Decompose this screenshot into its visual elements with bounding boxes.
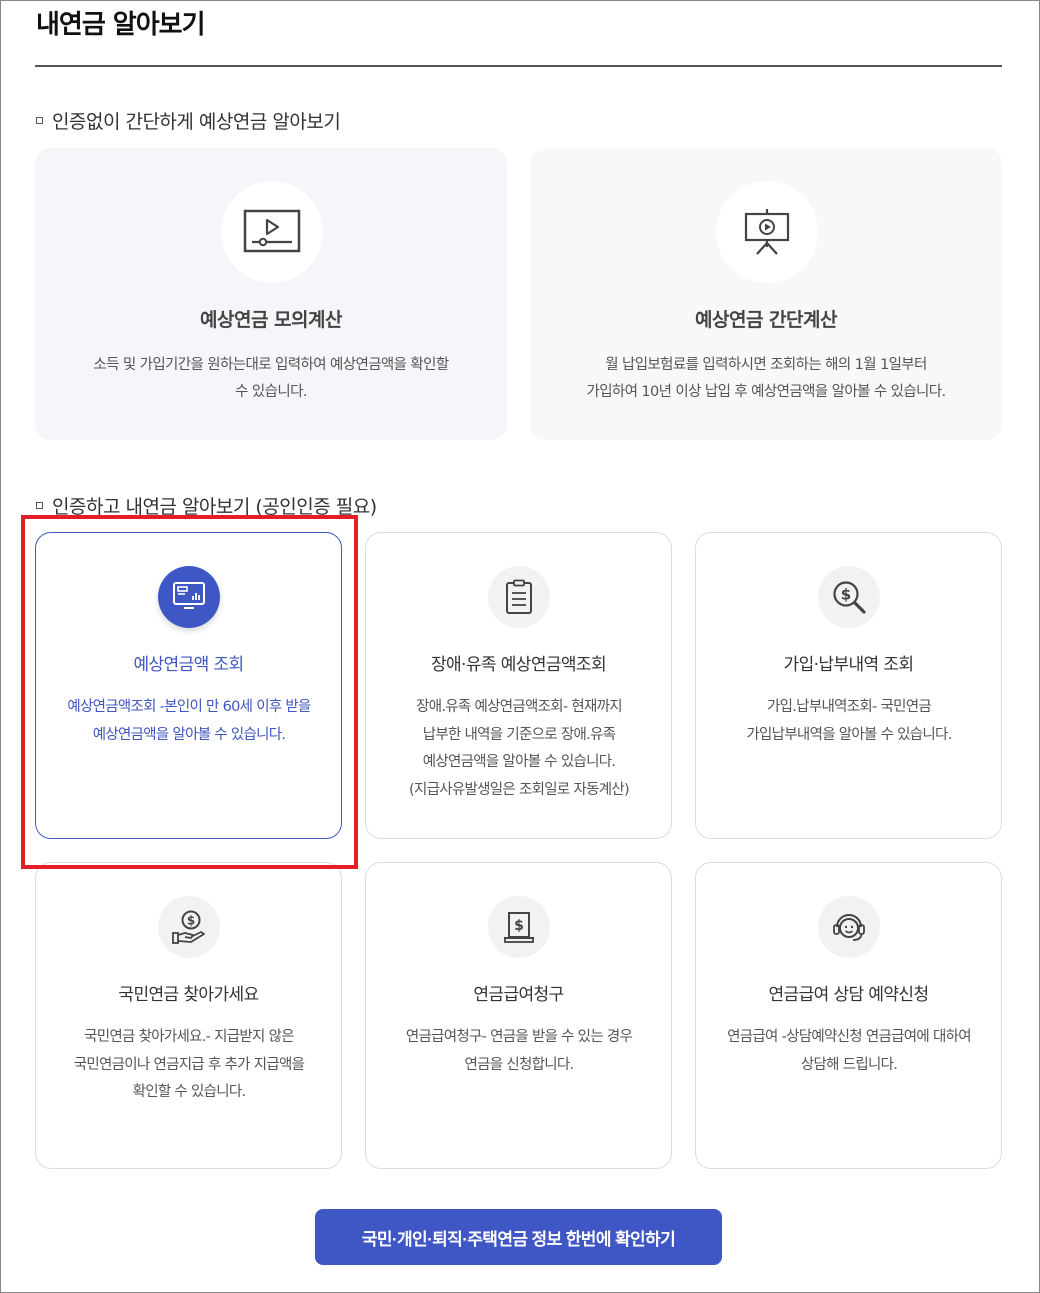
headset-icon [833, 914, 865, 941]
card-description-line: 상담해 드립니다. [800, 1056, 898, 1073]
dollar-search-icon: $ [833, 581, 866, 614]
hand-coin-icon: $ [172, 910, 205, 944]
dollar-document-icon: $ [504, 912, 534, 943]
card-description-line: 가입하여 10년 이상 납입 후 예상연금액을 알아볼 수 있습니다. [586, 384, 946, 400]
card-description-line: 수 있습니다. [235, 384, 307, 400]
mock-calculation-card[interactable]: 예상연금 모의계산 소득 및 가입기간을 원하는대로 입력하여 예상연금액을 확… [35, 148, 507, 440]
card-title: 가입·납부내역 조회 [783, 655, 915, 675]
card-title: 연금급여청구 [473, 985, 564, 1005]
card-description-line: 예상연금액을 알아볼 수 있습니다. [92, 726, 286, 743]
card-title: 연금급여 상담 예약신청 [768, 985, 929, 1005]
card-description: 예상연금액조회 -본인이 만 60세 이후 받을 예상연금액을 알아볼 수 있습… [52, 694, 326, 749]
square-bullet-icon [36, 502, 43, 509]
icon-circle: $ [488, 896, 550, 958]
svg-text:$: $ [841, 586, 851, 604]
icon-circle [221, 181, 323, 283]
icon-circle: $ [158, 896, 220, 958]
icon-circle [158, 566, 220, 628]
card-description-line: 연금급여청구- 연금을 받을 수 있는 경우 [405, 1029, 633, 1045]
card-description-line: 예상연금액을 알아볼 수 있습니다. [422, 754, 616, 770]
consultation-reservation-card[interactable]: 연금급여 상담 예약신청 연금급여 -상담예약신청 연금급여에 대하여 상담해 … [695, 862, 1002, 1169]
card-title: 장애·유족 예상연금액조회 [430, 655, 607, 675]
card-description-line: 가입납부내역을 알아볼 수 있습니다. [746, 726, 952, 743]
card-title: 국민연금 찾아가세요 [118, 985, 259, 1005]
card-description-line: 확인할 수 있습니다. [132, 1084, 247, 1100]
square-bullet-icon [36, 117, 43, 124]
svg-text:$: $ [514, 918, 524, 934]
disability-survivor-pension-card[interactable]: 장애·유족 예상연금액조회 장애.유족 예상연금액조회- 현재까지 납부한 내역… [365, 532, 672, 839]
page-title: 내연금 알아보기 [36, 10, 205, 40]
presentation-board-icon [744, 209, 790, 255]
enrollment-payment-history-card[interactable]: $ 가입·납부내역 조회 가입.납부내역조회- 국민연금 가입납부내역을 알아볼… [695, 532, 1002, 839]
section-heading-auth: 인증하고 내연금 알아보기 (공인인증 필요) [36, 492, 377, 519]
card-description-line: 소득 및 가입기간을 원하는대로 입력하여 예상연금액을 확인할 [93, 357, 449, 373]
simple-calculation-card[interactable]: 예상연금 간단계산 월 납입보험료를 입력하시면 조회하는 해의 1월 1일부터… [530, 148, 1002, 440]
card-description: 월 납입보험료를 입력하시면 조회하는 해의 1월 1일부터 가입하여 10년 … [560, 352, 972, 406]
card-description-line: 국민연금이나 연금지급 후 추가 지급액을 [73, 1056, 305, 1073]
check-all-pension-info-button[interactable]: 국민·개인·퇴직·주택연금 정보 한번에 확인하기 [315, 1209, 722, 1265]
card-title: 예상연금 간단계산 [695, 309, 837, 331]
card-description: 국민연금 찾아가세요.- 지급받지 않은 국민연금이나 연금지급 후 추가 지급… [52, 1024, 326, 1107]
title-divider [35, 65, 1002, 67]
card-description-line: 가입.납부내역조회- 국민연금 [766, 699, 932, 715]
card-description-line: 국민연금 찾아가세요.- 지급받지 않은 [84, 1029, 294, 1045]
card-description-line: 예상연금액조회 -본인이 만 60세 이후 받을 [67, 699, 311, 715]
card-description: 가입.납부내역조회- 국민연금 가입납부내역을 알아볼 수 있습니다. [712, 694, 986, 749]
card-description: 연금급여청구- 연금을 받을 수 있는 경우 연금을 신청합니다. [382, 1024, 656, 1079]
card-description-line: 연금을 신청합니다. [464, 1056, 575, 1073]
card-description-line: (지급사유발생일은 조회일로 자동계산) [409, 781, 630, 798]
card-title: 예상연금액 조회 [133, 655, 244, 675]
find-pension-card[interactable]: $ 국민연금 찾아가세요 국민연금 찾아가세요.- 지급받지 않은 국민연금이나… [35, 862, 342, 1169]
clipboard-icon [506, 579, 532, 614]
card-description-line: 납부한 내역을 기준으로 장애.유족 [422, 726, 616, 743]
card-description-line: 장애.유족 예상연금액조회- 현재까지 [416, 699, 623, 715]
icon-circle [488, 566, 550, 628]
video-player-icon [243, 209, 301, 253]
card-description-line: 연금급여 -상담예약신청 연금급여에 대하여 [727, 1029, 971, 1045]
expected-pension-inquiry-card[interactable]: 예상연금액 조회 예상연금액조회 -본인이 만 60세 이후 받을 예상연금액을… [35, 532, 342, 839]
card-description: 장애.유족 예상연금액조회- 현재까지 납부한 내역을 기준으로 장애.유족 예… [382, 694, 656, 804]
section-heading-text: 인증없이 간단하게 예상연금 알아보기 [52, 111, 341, 133]
svg-text:$: $ [187, 914, 195, 928]
section-heading-simple: 인증없이 간단하게 예상연금 알아보기 [36, 107, 341, 134]
card-description: 연금급여 -상담예약신청 연금급여에 대하여 상담해 드립니다. [712, 1024, 986, 1079]
card-description: 소득 및 가입기간을 원하는대로 입력하여 예상연금액을 확인할 수 있습니다. [65, 352, 477, 406]
icon-circle: $ [818, 566, 880, 628]
section-heading-text: 인증하고 내연금 알아보기 (공인인증 필요) [52, 496, 377, 518]
card-title: 예상연금 모의계산 [200, 309, 342, 331]
card-description-line: 월 납입보험료를 입력하시면 조회하는 해의 1월 1일부터 [605, 357, 927, 373]
pension-benefit-claim-card[interactable]: $ 연금급여청구 연금급여청구- 연금을 받을 수 있는 경우 연금을 신청합니… [365, 862, 672, 1169]
monitor-chart-icon [173, 582, 205, 609]
icon-circle [716, 181, 818, 283]
icon-circle [818, 896, 880, 958]
